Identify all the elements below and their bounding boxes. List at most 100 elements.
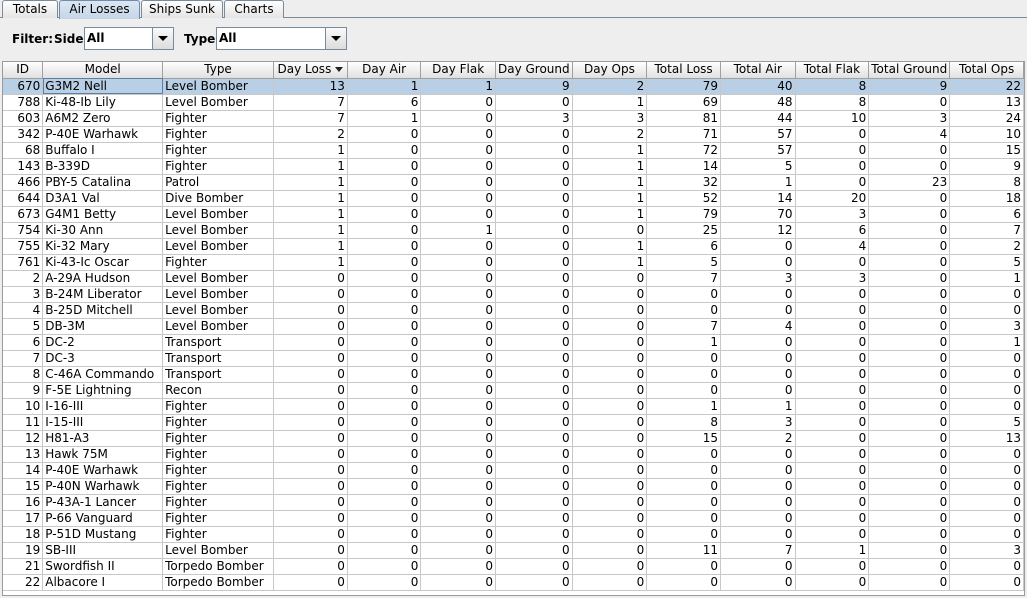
cell-total-flak[interactable]: 0 [795,142,870,159]
cell-total-flak[interactable]: 0 [795,286,870,303]
cell-id[interactable]: 754 [3,222,44,239]
cell-day-ground[interactable]: 0 [495,254,573,271]
cell-id[interactable]: 603 [3,110,44,127]
cell-type[interactable]: Level Bomber [162,286,274,303]
cell-total-air[interactable]: 0 [720,382,796,399]
cell-day-loss[interactable]: 0 [273,526,348,543]
cell-total-ground[interactable]: 0 [868,430,951,447]
cell-total-ground[interactable]: 4 [868,126,951,143]
cell-total-air[interactable]: 0 [720,286,796,303]
chevron-down-icon[interactable] [325,28,346,49]
cell-total-ops[interactable]: 0 [949,398,1024,415]
cell-day-loss[interactable]: 0 [273,302,348,319]
cell-total-loss[interactable]: 11 [646,542,721,559]
cell-day-flak[interactable]: 0 [420,430,496,447]
cell-id[interactable]: 22 [3,574,44,591]
cell-total-air[interactable]: 14 [720,190,796,207]
cell-day-ground[interactable]: 0 [495,478,573,495]
cell-day-air[interactable]: 0 [347,462,422,479]
cell-model[interactable]: P-43A-1 Lancer [42,494,164,511]
cell-total-loss[interactable]: 32 [646,174,721,191]
table-row[interactable]: 11 I-15-III Fighter 0 0 0 0 0 8 3 0 0 5 [3,414,1024,431]
cell-model[interactable]: PBY-5 Catalina [42,174,164,191]
table-row[interactable]: 3 B-24M Liberator Level Bomber 0 0 0 0 0 0 0 0 0 0 [3,286,1024,303]
cell-total-ops[interactable]: 5 [949,254,1024,271]
cell-total-ground[interactable]: 0 [868,542,951,559]
cell-total-loss[interactable]: 0 [646,350,721,367]
cell-day-ops[interactable]: 1 [572,206,648,223]
cell-model[interactable]: Albacore I [42,574,164,591]
cell-model[interactable]: P-66 Vanguard [42,510,164,527]
cell-model[interactable]: A6M2 Zero [42,110,164,127]
cell-total-loss[interactable]: 69 [646,94,721,111]
cell-day-air[interactable]: 0 [347,478,422,495]
cell-day-ops[interactable]: 0 [572,446,648,463]
cell-model[interactable]: C-46A Commando [42,366,164,383]
cell-day-ops[interactable]: 2 [572,126,648,143]
cell-total-ops[interactable]: 15 [949,142,1024,159]
cell-day-ground[interactable]: 3 [495,110,573,127]
cell-total-ground[interactable]: 0 [868,302,951,319]
cell-day-ground[interactable]: 9 [495,78,573,95]
cell-total-ground[interactable]: 0 [868,158,951,175]
cell-total-flak[interactable]: 0 [795,558,870,575]
cell-total-ground[interactable]: 0 [868,478,951,495]
cell-total-air[interactable]: 70 [720,206,796,223]
cell-day-ops[interactable]: 0 [572,318,648,335]
cell-model[interactable]: Hawk 75M [42,446,164,463]
cell-type[interactable]: Level Bomber [162,318,274,335]
cell-day-ops[interactable]: 0 [572,478,648,495]
cell-day-ops[interactable]: 0 [572,334,648,351]
cell-total-flak[interactable]: 6 [795,222,870,239]
cell-total-loss[interactable]: 25 [646,222,721,239]
table-row[interactable]: 644 D3A1 Val Dive Bomber 1 0 0 0 1 52 14 20 0 18 [3,190,1024,207]
cell-total-ops[interactable]: 0 [949,574,1024,591]
cell-day-loss[interactable]: 0 [273,270,348,287]
cell-id[interactable]: 13 [3,446,44,463]
cell-day-loss[interactable]: 1 [273,190,348,207]
cell-day-air[interactable]: 0 [347,286,422,303]
cell-total-ops[interactable]: 22 [949,78,1024,95]
cell-day-air[interactable]: 1 [347,110,422,127]
cell-day-loss[interactable]: 0 [273,414,348,431]
cell-type[interactable]: Fighter [162,398,274,415]
cell-total-air[interactable]: 4 [720,318,796,335]
cell-day-flak[interactable]: 0 [420,398,496,415]
cell-total-ops[interactable]: 3 [949,318,1024,335]
cell-total-flak[interactable]: 0 [795,414,870,431]
cell-total-ops[interactable]: 0 [949,462,1024,479]
cell-day-ground[interactable]: 0 [495,174,573,191]
cell-day-air[interactable]: 0 [347,334,422,351]
table-row[interactable]: 21 Swordfish II Torpedo Bomber 0 0 0 0 0 0 0 0 0 0 [3,558,1024,575]
cell-total-air[interactable]: 0 [720,478,796,495]
cell-day-flak[interactable]: 0 [420,526,496,543]
cell-total-flak[interactable]: 0 [795,510,870,527]
tab-totals[interactable]: Totals [2,0,58,18]
table-row[interactable]: 603 A6M2 Zero Fighter 7 1 0 3 3 81 44 10 3 24 [3,110,1024,127]
cell-day-flak[interactable]: 0 [420,254,496,271]
cell-total-ops[interactable]: 13 [949,430,1024,447]
cell-day-loss[interactable]: 0 [273,318,348,335]
cell-day-flak[interactable]: 0 [420,318,496,335]
cell-total-air[interactable]: 57 [720,126,796,143]
cell-total-flak[interactable]: 8 [795,94,870,111]
cell-model[interactable]: G3M2 Nell [42,78,164,95]
cell-day-loss[interactable]: 7 [273,110,348,127]
cell-id[interactable]: 466 [3,174,44,191]
cell-model[interactable]: P-40E Warhawk [42,462,164,479]
cell-total-ops[interactable]: 0 [949,510,1024,527]
cell-day-air[interactable]: 0 [347,526,422,543]
cell-id[interactable]: 761 [3,254,44,271]
cell-day-flak[interactable]: 0 [420,366,496,383]
table-row[interactable]: 6 DC-2 Transport 0 0 0 0 0 1 0 0 0 1 [3,334,1024,351]
cell-total-air[interactable]: 48 [720,94,796,111]
cell-day-flak[interactable]: 0 [420,286,496,303]
cell-day-ground[interactable]: 0 [495,286,573,303]
cell-id[interactable]: 8 [3,366,44,383]
cell-day-air[interactable]: 0 [347,142,422,159]
cell-total-flak[interactable]: 0 [795,430,870,447]
cell-day-loss[interactable]: 1 [273,254,348,271]
cell-day-ground[interactable]: 0 [495,158,573,175]
cell-total-loss[interactable]: 0 [646,558,721,575]
table-row[interactable]: 2 A-29A Hudson Level Bomber 0 0 0 0 0 7 3 3 0 1 [3,270,1024,287]
